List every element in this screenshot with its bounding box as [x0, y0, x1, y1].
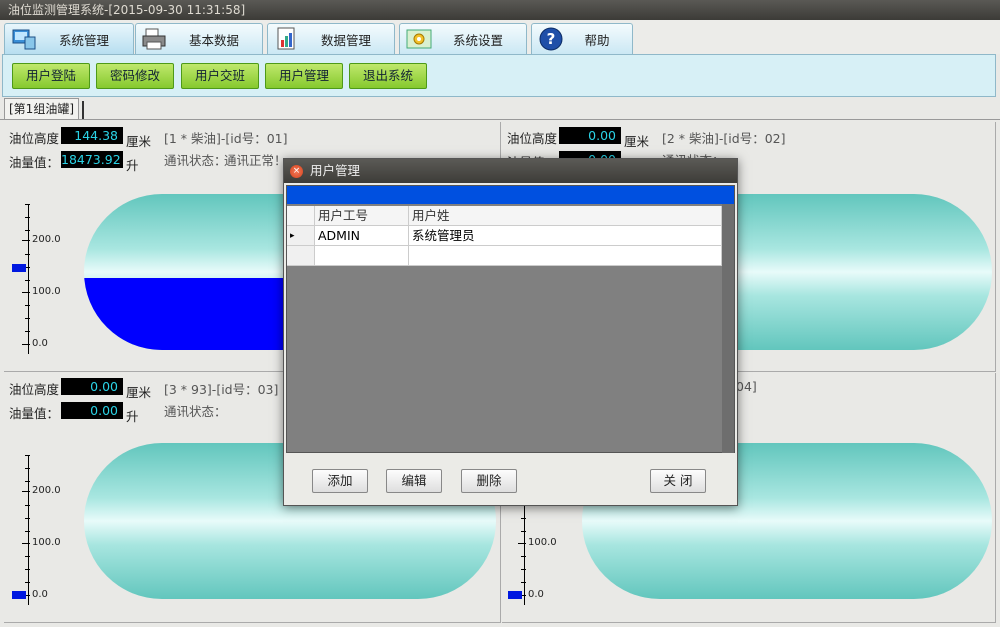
- menu-tab-label: 系统管理: [58, 32, 109, 48]
- toolbar: 用户登陆 密码修改 用户交班 用户管理 退出系统: [2, 54, 996, 97]
- oil-height-value: 144.38: [61, 127, 123, 144]
- height-unit: 厘米: [624, 134, 650, 149]
- oil-height-label: 油位高度: [9, 382, 60, 397]
- oil-height-label: 油位高度: [9, 131, 60, 146]
- new-row-cell[interactable]: [315, 246, 409, 266]
- level-marker: [508, 591, 522, 599]
- tank-info: 04]: [736, 379, 757, 394]
- user-grid: 用户工号 用户姓 ▸ ADMIN 系统管理员: [286, 185, 735, 453]
- user-management-dialog: 用户管理 × 用户工号 用户姓 ▸ ADMIN 系统管理员 添加 编辑 删除 关…: [283, 158, 738, 506]
- comm-status-label: 通讯状态：: [164, 404, 227, 419]
- edit-button[interactable]: 编辑: [386, 469, 442, 493]
- menu-tab-label: 帮助: [584, 32, 610, 48]
- exit-system-button[interactable]: 退出系统: [349, 63, 427, 89]
- cell-user-id[interactable]: ADMIN: [315, 226, 409, 246]
- scale-label-200: 200.0: [32, 234, 61, 245]
- oil-volume-label: 油量值：: [9, 406, 60, 421]
- scale-label-100: 100.0: [32, 286, 61, 297]
- oil-volume-label: 油量值：: [9, 155, 60, 170]
- user-management-button[interactable]: 用户管理: [265, 63, 343, 89]
- dialog-title: 用户管理: [284, 159, 737, 183]
- row-selector[interactable]: ▸: [287, 226, 315, 246]
- level-scale: 200.0 100.0 0.0: [12, 204, 61, 354]
- delete-button[interactable]: 删除: [461, 469, 517, 493]
- menu-tab-basic-data[interactable]: 基本数据: [135, 23, 263, 54]
- scale-label-100: 100.0: [528, 537, 557, 548]
- comm-status-label: 通讯状态：: [164, 153, 227, 168]
- menu-tab-help[interactable]: ? 帮助: [531, 23, 633, 54]
- user-shift-button[interactable]: 用户交班: [181, 63, 259, 89]
- tank-info: [2 * 柴油]-[id号：02]: [662, 131, 786, 146]
- vertical-scrollbar[interactable]: [722, 204, 734, 453]
- scale-label-100: 100.0: [32, 537, 61, 548]
- tab-divider: [0, 119, 1000, 120]
- scale-label-200: 200.0: [32, 485, 61, 496]
- cell-user-name[interactable]: 系统管理员: [409, 226, 722, 246]
- add-button[interactable]: 添加: [312, 469, 368, 493]
- menu-tab-label: 基本数据: [188, 32, 239, 48]
- oil-height-value: 0.00: [61, 378, 123, 395]
- oil-volume-value: 18473.92: [61, 151, 123, 168]
- comm-status-value: 通讯正常！: [224, 153, 287, 168]
- new-row-selector[interactable]: [287, 246, 315, 266]
- oil-height-value: 0.00: [559, 127, 621, 144]
- user-login-button[interactable]: 用户登陆: [12, 63, 90, 89]
- column-header-user-name[interactable]: 用户姓: [409, 206, 722, 226]
- tank-info: [3 * 93]-[id号：03]: [164, 382, 279, 397]
- tank-info: [1 * 柴油]-[id号：01]: [164, 131, 288, 146]
- height-unit: 厘米: [126, 134, 152, 149]
- menu-tab-system-settings[interactable]: 系统设置: [399, 23, 527, 54]
- level-scale: 200.0 100.0 0.0: [12, 455, 61, 605]
- volume-unit: 升: [126, 409, 139, 424]
- scale-label-0: 0.0: [32, 589, 48, 600]
- change-password-button[interactable]: 密码修改: [96, 63, 174, 89]
- window-title: 油位监测管理系统-[2015-09-30 11:31:58]: [0, 0, 1000, 20]
- oil-volume-value: 0.00: [61, 402, 123, 419]
- height-unit: 厘米: [126, 385, 152, 400]
- menu-tab-label: 系统设置: [452, 32, 503, 48]
- row-header-corner: [287, 206, 315, 226]
- level-marker: [12, 264, 26, 272]
- close-icon[interactable]: ×: [290, 165, 303, 178]
- menu-tab-label: 数据管理: [320, 32, 371, 48]
- column-header-user-id[interactable]: 用户工号: [315, 206, 409, 226]
- scale-label-0: 0.0: [528, 589, 544, 600]
- menu-tab-data-management[interactable]: 数据管理: [267, 23, 395, 54]
- close-button[interactable]: 关 闭: [650, 469, 706, 493]
- level-marker: [12, 591, 26, 599]
- oil-height-label: 油位高度: [507, 131, 558, 146]
- menu-tab-system[interactable]: 系统管理: [4, 23, 134, 54]
- tank-group-tab[interactable]: [第1组油罐]: [4, 98, 84, 120]
- menu-bar: 系统管理 基本数据 数据管理 系统设置 ? 帮助: [0, 20, 1000, 54]
- new-row-cell[interactable]: [409, 246, 722, 266]
- grid-caption-bar: [287, 186, 734, 204]
- scale-label-0: 0.0: [32, 338, 48, 349]
- volume-unit: 升: [126, 158, 139, 173]
